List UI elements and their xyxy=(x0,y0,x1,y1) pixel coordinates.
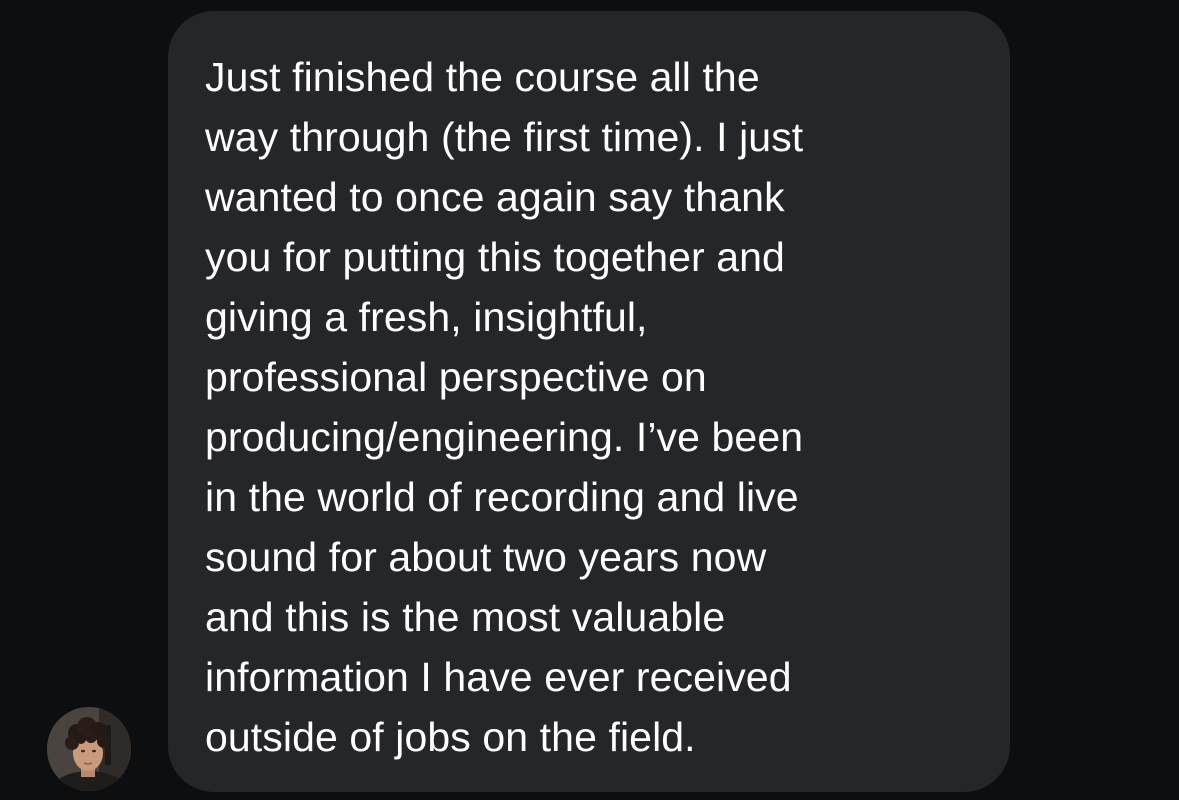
message-line: producing/engineering. I’ve been xyxy=(205,414,804,460)
message-line: outside of jobs on the field. xyxy=(205,714,696,760)
profile-photo-icon xyxy=(47,707,131,791)
message-bubble[interactable]: Just finished the course all the way thr… xyxy=(168,11,1010,792)
message-line: in the world of recording and live xyxy=(205,474,799,520)
message-line: professional perspective on xyxy=(205,354,707,400)
message-line: information I have ever received xyxy=(205,654,792,700)
message-line: giving a fresh, insightful, xyxy=(205,294,648,340)
message-line: sound for about two years now xyxy=(205,534,767,580)
message-text: Just finished the course all the way thr… xyxy=(205,47,980,767)
message-line: you for putting this together and xyxy=(205,234,785,280)
chat-screen: Just finished the course all the way thr… xyxy=(0,0,1179,800)
message-line: way through (the first time). I just xyxy=(205,114,804,160)
message-line: and this is the most valuable xyxy=(205,594,726,640)
sender-avatar[interactable] xyxy=(47,707,131,791)
message-line: wanted to once again say thank xyxy=(205,174,785,220)
message-line: Just finished the course all the xyxy=(205,54,760,100)
